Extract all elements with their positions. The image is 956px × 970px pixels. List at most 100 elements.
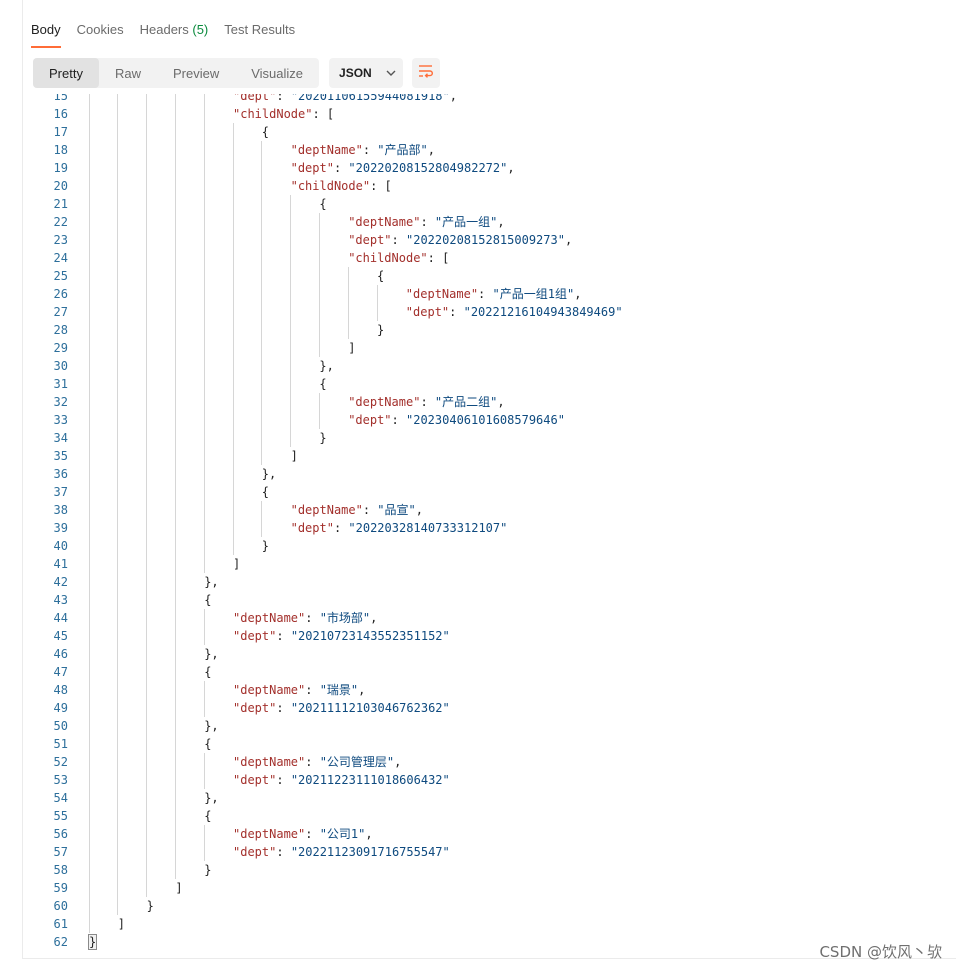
indent-guide [174, 94, 176, 105]
json-key: "dept" [233, 845, 277, 859]
indent-guide [203, 447, 205, 465]
indent-guide [88, 789, 90, 807]
indent-guide [88, 141, 90, 159]
indent-guide [174, 843, 176, 861]
indent-guide [261, 177, 263, 195]
indent-guide [203, 249, 205, 267]
code-line: 47 { [23, 663, 956, 681]
code-text: { [319, 195, 326, 213]
indent-guide [146, 771, 148, 789]
code-line: 59] [23, 879, 956, 897]
code-text: } [204, 861, 211, 879]
json-punctuation: { [204, 665, 212, 679]
indent-guide [318, 285, 320, 303]
code-text: "deptName": "产品部", [291, 141, 435, 159]
indent-guide [232, 303, 234, 321]
indent-guide [146, 609, 148, 627]
code-line: 49 "dept": "20211112103046762362" [23, 699, 956, 717]
indent-guide [88, 177, 90, 195]
indent-guide [347, 285, 349, 303]
wrap-lines-button[interactable] [412, 58, 441, 88]
indent-guide [203, 357, 205, 375]
line-number: 56 [53, 827, 68, 841]
indent-guide [261, 339, 263, 357]
json-punctuation: , [370, 611, 378, 625]
preview-button[interactable]: Preview [157, 58, 235, 88]
line-number: 20 [53, 179, 68, 193]
json-key: "deptName" [405, 287, 479, 301]
code-line: 28} [23, 321, 956, 339]
indent-guide [232, 483, 234, 501]
indent-guide [203, 285, 205, 303]
indent-guide [117, 825, 119, 843]
indent-guide [290, 393, 292, 411]
indent-guide [88, 771, 90, 789]
line-number: 33 [53, 413, 68, 427]
code-line: 19 "dept": "20220208152804982272", [23, 159, 956, 177]
indent-guide [203, 339, 205, 357]
json-punctuation: , [358, 683, 366, 697]
json-punctuation: { [319, 197, 327, 211]
raw-button[interactable]: Raw [99, 58, 157, 88]
indent-guide [174, 375, 176, 393]
code-line: 56 "deptName": "公司1", [23, 825, 956, 843]
indent-guide [261, 501, 263, 519]
indent-guide [203, 771, 205, 789]
indent-guide [88, 591, 90, 609]
response-body-editor[interactable]: 15 "dept": "20201106155944081918", 16 "chil… [23, 94, 956, 958]
code-text: "dept": "20220208152804982272", [291, 159, 515, 177]
code-text: }, [204, 789, 218, 807]
indent-guide [290, 303, 292, 321]
code-line: 55 { [23, 807, 956, 825]
indent-guide [117, 861, 119, 879]
indent-guide [174, 141, 176, 159]
indent-guide [232, 501, 234, 519]
indent-guide [88, 879, 90, 897]
json-key: "deptName" [290, 143, 363, 157]
indent-guide [88, 663, 90, 681]
code-line: 42}, [23, 573, 956, 591]
code-text: } [87, 933, 98, 951]
wrap-lines-icon [418, 64, 434, 83]
json-string: "20220208152804982272" [348, 161, 508, 175]
indent-guide [290, 267, 292, 285]
code-line: 34} [23, 429, 956, 447]
indent-guide [290, 357, 292, 375]
indent-guide [261, 195, 263, 213]
code-text: } [262, 537, 269, 555]
json-punctuation: , [564, 233, 573, 247]
indent-guide [88, 555, 90, 573]
indent-guide [232, 465, 234, 483]
indent-guide [146, 789, 148, 807]
visualize-button[interactable]: Visualize [235, 58, 319, 88]
indent-guide [146, 123, 148, 141]
json-key: "deptName" [233, 755, 306, 769]
format-select[interactable]: JSON [329, 58, 404, 88]
code-text: ] [233, 555, 240, 573]
code-line: 15 "dept": "20201106155944081918", [23, 94, 956, 105]
pretty-button[interactable]: Pretty [33, 58, 99, 88]
tab-test-results[interactable]: Test Results [224, 22, 295, 48]
json-key: "dept" [233, 629, 277, 643]
json-punctuation: { [204, 593, 212, 607]
indent-guide [88, 123, 90, 141]
indent-guide [290, 231, 292, 249]
indent-guide [174, 483, 176, 501]
indent-guide [88, 429, 90, 447]
indent-guide [146, 213, 148, 231]
indent-guide [232, 393, 234, 411]
code-line: 32 "deptName": "产品二组", [23, 393, 956, 411]
indent-guide [203, 501, 205, 519]
tab-cookies[interactable]: Cookies [77, 22, 124, 48]
json-punctuation: , [507, 161, 515, 175]
tab-body[interactable]: Body [31, 22, 61, 48]
indent-guide [174, 789, 176, 807]
indent-guide [117, 879, 119, 897]
tab-headers[interactable]: Headers (5) [140, 22, 209, 48]
indent-guide [146, 573, 148, 591]
format-select-value: JSON [339, 66, 372, 80]
code-line: 41] [23, 555, 956, 573]
json-punctuation: { [261, 485, 270, 499]
json-punctuation: } [87, 934, 98, 950]
indent-guide [203, 213, 205, 231]
